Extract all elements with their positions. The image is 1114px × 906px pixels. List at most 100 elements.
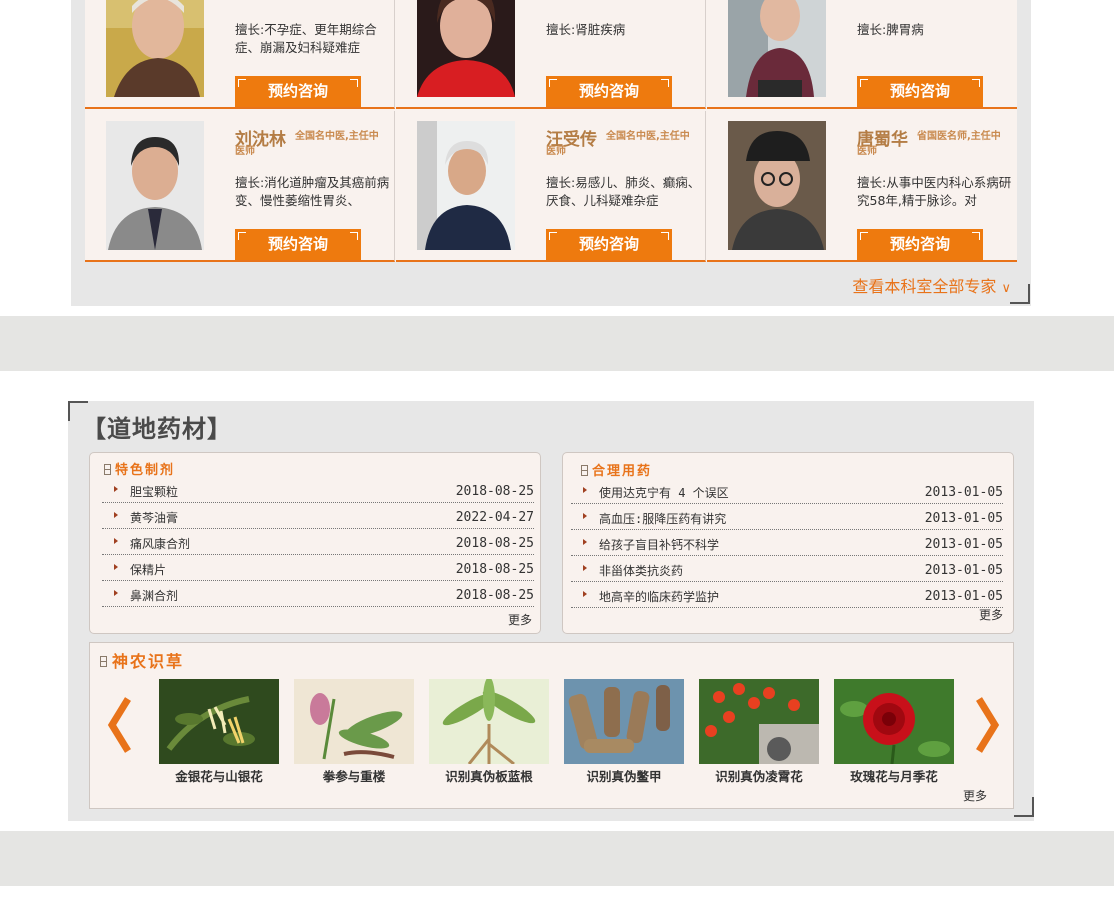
panel-heading-label: 神农识草 bbox=[112, 652, 185, 671]
list-item[interactable]: 高血压:服降压药有讲究 2013-01-05 bbox=[571, 504, 1003, 530]
list-item[interactable]: 鼻渊合剂 2018-08-25 bbox=[102, 581, 534, 607]
herb-thumb[interactable]: 识别真伪凌霄花 bbox=[699, 679, 819, 785]
herb-thumb[interactable]: 玫瑰花与月季花 bbox=[834, 679, 954, 785]
list-item[interactable]: 保精片 2018-08-25 bbox=[102, 555, 534, 581]
article-title[interactable]: 使用达克宁有 4 个误区 bbox=[599, 484, 729, 501]
article-title[interactable]: 高血压:服降压药有讲究 bbox=[599, 510, 726, 527]
doctor-specialty: 擅长:从事中医内科心系病研究58年,精于脉诊。对 bbox=[857, 175, 1012, 208]
doctor-title: 全国名中医,主任中 医师 bbox=[235, 129, 385, 159]
doctor-card: 唐蜀华 省国医名师,主任中 医师 擅长:从事中医内科心系病研究58年,精于脉诊。对… bbox=[707, 111, 1017, 262]
list-item[interactable]: 胆宝颗粒 2018-08-25 bbox=[102, 477, 534, 503]
book-consultation-button[interactable]: 预约咨询 bbox=[546, 76, 672, 107]
article-title[interactable]: 黄芩油膏 bbox=[130, 509, 178, 526]
herb-thumb[interactable]: 识别真伪板蓝根 bbox=[429, 679, 549, 785]
expert-grid: 师 擅长:不孕症、更年期综合症、崩漏及妇科疑难症 预约咨询 师 擅长:肾脏疾病 … bbox=[85, 0, 1017, 262]
doctor-specialty: 擅长:不孕症、更年期综合症、崩漏及妇科疑难症 bbox=[235, 22, 377, 55]
article-title[interactable]: 痛风康合剂 bbox=[130, 535, 190, 552]
medication-list: 使用达克宁有 4 个误区 2013-01-05 高血压:服降压药有讲究 2013-01… bbox=[571, 478, 1003, 608]
doctor-card: 医师 擅长:脾胃病 预约咨询 bbox=[707, 0, 1017, 109]
doctor-card: 刘沈林 全国名中医,主任中 医师 擅长:消化道肿瘤及其癌前病变、慢性萎缩性胃炎、 … bbox=[85, 111, 395, 262]
book-icon bbox=[104, 464, 111, 475]
divider-band bbox=[0, 316, 1114, 371]
book-consultation-button[interactable]: 预约咨询 bbox=[235, 76, 361, 107]
doctor-specialty: 擅长:脾胃病 bbox=[857, 22, 924, 37]
doctor-photo[interactable] bbox=[106, 0, 204, 97]
herb-caption: 识别真伪鳖甲 bbox=[586, 769, 662, 784]
view-all-label: 查看本科室全部专家 bbox=[852, 277, 997, 296]
herb-thumb[interactable]: 金银花与山银花 bbox=[159, 679, 279, 785]
article-date: 2013-01-05 bbox=[924, 589, 1003, 604]
panel-heading-label: 特色制剂 bbox=[115, 463, 176, 478]
doctor-specialty: 擅长:消化道肿瘤及其癌前病变、慢性萎缩性胃炎、 bbox=[235, 175, 390, 208]
chevron-left-icon[interactable] bbox=[104, 695, 134, 755]
list-item[interactable]: 黄芩油膏 2022-04-27 bbox=[102, 503, 534, 529]
panel-heading: 神农识草 bbox=[100, 648, 184, 672]
article-date: 2018-08-25 bbox=[455, 588, 534, 603]
book-icon bbox=[581, 465, 588, 476]
article-title[interactable]: 鼻渊合剂 bbox=[130, 587, 178, 604]
preparations-list: 胆宝颗粒 2018-08-25 黄芩油膏 2022-04-27 痛风康合剂 2018-08… bbox=[102, 477, 534, 607]
medication-panel: 合理用药 使用达克宁有 4 个误区 2013-01-05 高血压:服降压药有讲究 20… bbox=[562, 452, 1014, 634]
article-date: 2013-01-05 bbox=[924, 511, 1003, 526]
article-date: 2018-08-25 bbox=[455, 484, 534, 499]
list-item[interactable]: 地高辛的临床药学监护 2013-01-05 bbox=[571, 582, 1003, 608]
book-consultation-button[interactable]: 预约咨询 bbox=[857, 76, 983, 107]
doctor-title: 省国医名师,主任中 医师 bbox=[857, 129, 1007, 159]
panel-heading: 特色制剂 bbox=[104, 459, 175, 478]
herbs-section: 【道地药材】 特色制剂 胆宝颗粒 2018-08-25 黄芩油膏 2022-04-27… bbox=[68, 401, 1034, 821]
more-link[interactable]: 更多 bbox=[979, 606, 1003, 623]
herb-image bbox=[699, 679, 819, 764]
book-consultation-button[interactable]: 预约咨询 bbox=[546, 229, 672, 260]
doctor-photo[interactable] bbox=[106, 121, 204, 250]
article-title[interactable]: 保精片 bbox=[130, 561, 166, 578]
doctor-card: 师 擅长:不孕症、更年期综合症、崩漏及妇科疑难症 预约咨询 bbox=[85, 0, 395, 109]
view-all-experts-link[interactable]: 查看本科室全部专家 ∨ bbox=[852, 273, 1011, 297]
page: 师 擅长:不孕症、更年期综合症、崩漏及妇科疑难症 预约咨询 师 擅长:肾脏疾病 … bbox=[0, 0, 1114, 906]
doctor-photo[interactable] bbox=[417, 121, 515, 250]
book-consultation-button[interactable]: 预约咨询 bbox=[235, 229, 361, 260]
chevron-right-icon[interactable] bbox=[973, 695, 1003, 755]
list-item[interactable]: 非甾体类抗炎药 2013-01-05 bbox=[571, 556, 1003, 582]
doctor-title-line2: 医师 bbox=[546, 146, 566, 157]
herb-image bbox=[159, 679, 279, 764]
article-date: 2013-01-05 bbox=[924, 563, 1003, 578]
doctor-photo[interactable] bbox=[417, 0, 515, 97]
herb-image bbox=[834, 679, 954, 764]
doctor-title-line2: 医师 bbox=[857, 146, 877, 157]
article-date: 2018-08-25 bbox=[455, 562, 534, 577]
doctor-photo[interactable] bbox=[728, 0, 826, 97]
doctor-specialty: 擅长:易感儿、肺炎、癫痫、厌食、儿科疑难杂症 bbox=[546, 175, 701, 208]
doctor-card: 师 擅长:肾脏疾病 预约咨询 bbox=[396, 0, 706, 109]
article-date: 2013-01-05 bbox=[924, 485, 1003, 500]
doctor-title-line2: 医师 bbox=[235, 146, 255, 157]
herb-thumb[interactable]: 拳参与重楼 bbox=[294, 679, 414, 785]
herb-caption: 拳参与重楼 bbox=[322, 769, 386, 784]
more-link[interactable]: 更多 bbox=[963, 787, 987, 804]
doctor-specialty: 擅长:肾脏疾病 bbox=[546, 22, 626, 37]
herb-caption: 识别真伪凌霄花 bbox=[715, 769, 803, 784]
herb-thumb[interactable]: 识别真伪鳖甲 bbox=[564, 679, 684, 785]
list-item[interactable]: 使用达克宁有 4 个误区 2013-01-05 bbox=[571, 478, 1003, 504]
book-consultation-button[interactable]: 预约咨询 bbox=[857, 229, 983, 260]
panel-heading: 合理用药 bbox=[581, 460, 652, 479]
divider-band bbox=[0, 831, 1114, 886]
article-title[interactable]: 地高辛的临床药学监护 bbox=[599, 588, 719, 605]
corner-decoration bbox=[1014, 797, 1034, 817]
doctor-title-line1: 全国名中医,主任中 bbox=[606, 131, 690, 142]
article-title[interactable]: 给孩子盲目补钙不科学 bbox=[599, 536, 719, 553]
article-title[interactable]: 胆宝颗粒 bbox=[130, 483, 178, 500]
list-item[interactable]: 给孩子盲目补钙不科学 2013-01-05 bbox=[571, 530, 1003, 556]
herb-image bbox=[429, 679, 549, 764]
doctor-title: 全国名中医,主任中医师 bbox=[546, 129, 696, 159]
herb-image bbox=[294, 679, 414, 764]
list-item[interactable]: 痛风康合剂 2018-08-25 bbox=[102, 529, 534, 555]
herb-caption: 玫瑰花与月季花 bbox=[850, 769, 938, 784]
doctor-photo[interactable] bbox=[728, 121, 826, 250]
expert-section: 师 擅长:不孕症、更年期综合症、崩漏及妇科疑难症 预约咨询 师 擅长:肾脏疾病 … bbox=[71, 0, 1031, 306]
more-link[interactable]: 更多 bbox=[508, 611, 532, 628]
herb-caption: 金银花与山银花 bbox=[175, 769, 263, 784]
article-date: 2018-08-25 bbox=[455, 536, 534, 551]
article-title[interactable]: 非甾体类抗炎药 bbox=[599, 562, 683, 579]
article-date: 2022-04-27 bbox=[455, 510, 534, 525]
shennong-panel: 神农识草 金银花与山银花 拳参与重楼 识别真伪板蓝根 识别真伪鳖甲 识别真伪凌霄… bbox=[89, 642, 1014, 809]
